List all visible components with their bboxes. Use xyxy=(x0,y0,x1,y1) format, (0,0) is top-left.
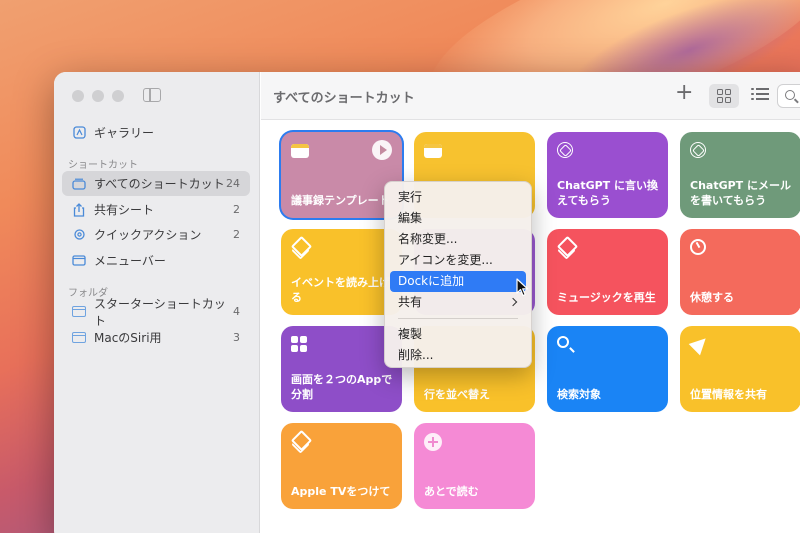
sidebar-item-label: スターターショートカット xyxy=(94,296,226,328)
menu-item-delete[interactable]: 削除... xyxy=(390,345,526,366)
menu-item-duplicate[interactable]: 複製 xyxy=(390,324,526,345)
sidebar-folder-siri[interactable]: MacのSiri用 3 xyxy=(62,325,250,350)
menubar-icon xyxy=(72,254,86,268)
tile-name: 議事録テンプレート xyxy=(291,194,390,207)
tile-name: イベントを読み上げる xyxy=(291,276,390,304)
chevron-right-icon xyxy=(508,297,518,307)
menu-item-share[interactable]: 共有 xyxy=(390,292,526,313)
menu-item-label: 共有 xyxy=(398,295,423,309)
context-menu: 実行 編集 名称変更... アイコンを変更... Dockに追加 共有 複製 削… xyxy=(384,181,532,368)
tile-name: ChatGPT にメールを書いてもらう xyxy=(690,179,792,207)
shortcut-tile[interactable]: ChatGPT にメールを書いてもらう xyxy=(680,132,800,218)
shortcut-tile[interactable]: ChatGPT に言い換えてもらう xyxy=(547,132,668,218)
sidebar-item-count: 4 xyxy=(233,305,240,318)
sidebar-item-menu-bar[interactable]: メニューバー xyxy=(62,248,250,273)
sidebar-item-label: MacのSiri用 xyxy=(94,331,162,345)
layers-icon xyxy=(291,239,309,257)
play-icon[interactable] xyxy=(372,140,392,160)
sidebar-item-all-shortcuts[interactable]: すべてのショートカット 24 xyxy=(62,171,250,196)
tile-name: ChatGPT に言い換えてもらう xyxy=(557,179,659,207)
tile-name: ミュージックを再生 xyxy=(557,291,656,304)
location-icon xyxy=(688,332,712,356)
tile-name: 行を並べ替え xyxy=(424,388,490,401)
add-shortcut-button[interactable]: + xyxy=(675,82,693,104)
sidebar-item-label: クイックアクション xyxy=(94,228,202,242)
list-view-button[interactable] xyxy=(751,87,769,102)
stack-icon xyxy=(72,177,86,191)
menu-item-rename[interactable]: 名称変更... xyxy=(390,229,526,250)
sidebar-item-share-sheet[interactable]: 共有シート 2 xyxy=(62,197,250,222)
search-button[interactable] xyxy=(777,84,800,108)
tile-name: 休憩する xyxy=(690,291,734,304)
sidebar-toggle-icon[interactable] xyxy=(143,88,161,102)
menu-item-add-to-dock[interactable]: Dockに追加 xyxy=(390,271,526,292)
share-icon xyxy=(72,202,86,217)
sidebar-folder-starter[interactable]: スターターショートカット 4 xyxy=(62,297,250,328)
shortcut-tile[interactable]: あとで読む xyxy=(414,423,535,509)
section-header-shortcuts: ショートカット xyxy=(68,160,138,171)
mouse-cursor-icon xyxy=(516,278,529,297)
sidebar-item-label: すべてのショートカット xyxy=(94,177,225,191)
sidebar-item-count: 2 xyxy=(233,203,240,216)
tile-name: 画面を２つのAppで分割 xyxy=(291,373,393,401)
zoom-button[interactable] xyxy=(112,90,124,102)
layers-icon xyxy=(291,433,309,451)
tile-name: Apple TVをつけて xyxy=(291,485,391,498)
note-icon xyxy=(424,142,442,160)
layers-icon xyxy=(557,239,575,257)
folder-icon xyxy=(72,305,86,319)
sidebar-item-count: 3 xyxy=(233,331,240,344)
gear-icon xyxy=(72,228,86,242)
sidebar-item-quick-actions[interactable]: クイックアクション 2 xyxy=(62,222,250,247)
menu-item-edit[interactable]: 編集 xyxy=(390,208,526,229)
gallery-icon xyxy=(72,126,86,140)
sidebar-item-label: 共有シート xyxy=(94,203,155,217)
sidebar-item-label: ギャラリー xyxy=(94,126,155,140)
grid-icon xyxy=(291,336,309,354)
close-button[interactable] xyxy=(72,90,84,102)
menu-separator xyxy=(398,318,518,319)
toolbar: すべてのショートカット + xyxy=(261,72,800,120)
shortcut-tile[interactable]: 位置情報を共有 xyxy=(680,326,800,412)
openai-icon xyxy=(690,142,708,160)
page-title: すべてのショートカット xyxy=(273,91,415,106)
window-controls xyxy=(72,90,124,102)
sidebar-item-label: メニューバー xyxy=(94,254,166,268)
note-icon xyxy=(291,142,309,160)
grid-view-button[interactable] xyxy=(709,84,739,108)
sidebar-item-count: 24 xyxy=(226,177,240,190)
shortcut-tile[interactable]: 休憩する xyxy=(680,229,800,315)
shortcut-tile[interactable]: Apple TVをつけて xyxy=(281,423,402,509)
sidebar: ギャラリー ショートカット すべてのショートカット 24 共有シート 2 クイッ… xyxy=(54,72,260,533)
tile-name: 検索対象 xyxy=(557,388,601,401)
openai-icon xyxy=(557,142,575,160)
shortcut-tile[interactable]: ミュージックを再生 xyxy=(547,229,668,315)
shortcut-tile[interactable]: 検索対象 xyxy=(547,326,668,412)
menu-item-run[interactable]: 実行 xyxy=(390,187,526,208)
plus-icon xyxy=(424,433,442,451)
sidebar-item-gallery[interactable]: ギャラリー xyxy=(62,120,250,145)
sidebar-item-count: 2 xyxy=(233,228,240,241)
tile-name: あとで読む xyxy=(424,485,479,498)
menu-item-change-icon[interactable]: アイコンを変更... xyxy=(390,250,526,271)
folder-icon xyxy=(72,331,86,345)
tile-name: 位置情報を共有 xyxy=(690,388,767,401)
minimize-button[interactable] xyxy=(92,90,104,102)
timer-icon xyxy=(690,239,708,257)
search-icon xyxy=(557,336,575,354)
